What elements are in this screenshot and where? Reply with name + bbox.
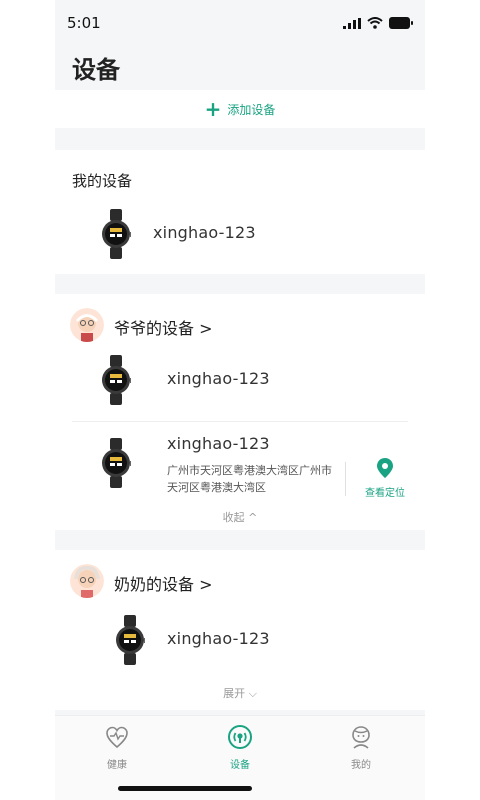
grandpa-devices-card: 爷爷的设备 > xinghao-123 xinghao-123 广州市天河区粤港… [55,294,425,530]
vertical-divider [345,462,346,496]
battery-icon [389,17,413,29]
my-device-row[interactable]: xinghao-123 [55,206,425,262]
page-title: 设备 [72,56,120,84]
smartwatch-icon [102,438,131,488]
expand-toggle[interactable]: 展开 ⌵ [55,685,425,701]
divider [72,421,408,422]
add-device-button[interactable]: + 添加设备 [55,90,425,128]
tab-health-label: 健康 [107,760,127,771]
tab-devices[interactable]: 设备 [200,724,280,771]
my-devices-title: 我的设备 [72,172,133,190]
smartwatch-icon [102,209,131,259]
device-name: xinghao-123 [167,629,270,648]
smartwatch-icon [102,355,131,405]
add-device-label: 添加设备 [227,102,276,117]
view-location-button[interactable]: 查看定位 [355,458,415,499]
grandma-owner-row[interactable]: 奶奶的设备 > [55,564,425,608]
wifi-icon [367,17,383,29]
my-devices-card: 我的设备 xinghao-123 [55,150,425,274]
home-indicator [118,786,252,791]
device-radio-icon [228,725,252,749]
grandpa-avatar [70,308,104,342]
tab-profile[interactable]: 我的 [321,724,401,771]
tab-devices-label: 设备 [230,760,250,771]
view-location-label: 查看定位 [365,488,405,499]
smartwatch-icon [116,615,145,665]
signal-icon [343,17,361,29]
status-bar: 5:01 [55,0,425,44]
device-name: xinghao-123 [167,369,270,388]
grandma-owner-title: 奶奶的设备 > [114,575,213,594]
status-time: 5:01 [67,14,101,32]
grandpa-device-row-1[interactable]: xinghao-123 [55,352,425,408]
tab-profile-label: 我的 [351,760,371,771]
grandpa-device-row-2[interactable]: xinghao-123 广州市天河区粤港澳大湾区广州市天河区粤港澳大湾区 查看定… [55,430,425,500]
profile-face-icon [352,726,370,749]
phone-screen: 5:01 设备 + 添加设备 我的设备 xinghao-123 爷爷的设备 > … [55,0,425,800]
system-icons [343,17,413,29]
grandma-device-row-1[interactable]: xinghao-123 [55,612,425,668]
location-pin-icon [377,458,393,478]
grandpa-owner-row[interactable]: 爷爷的设备 > [55,308,425,352]
grandma-avatar [70,564,104,598]
device-address: 广州市天河区粤港澳大湾区广州市天河区粤港澳大湾区 [167,464,332,494]
grandma-devices-card: 奶奶的设备 > xinghao-123 展开 ⌵ [55,550,425,710]
plus-icon: + [204,97,222,121]
health-heart-icon [106,726,128,749]
collapse-toggle[interactable]: 收起 ^ [55,509,425,525]
device-name: xinghao-123 [167,434,270,453]
device-name: xinghao-123 [153,223,256,242]
tab-health[interactable]: 健康 [77,724,157,771]
grandpa-owner-title: 爷爷的设备 > [114,319,213,338]
